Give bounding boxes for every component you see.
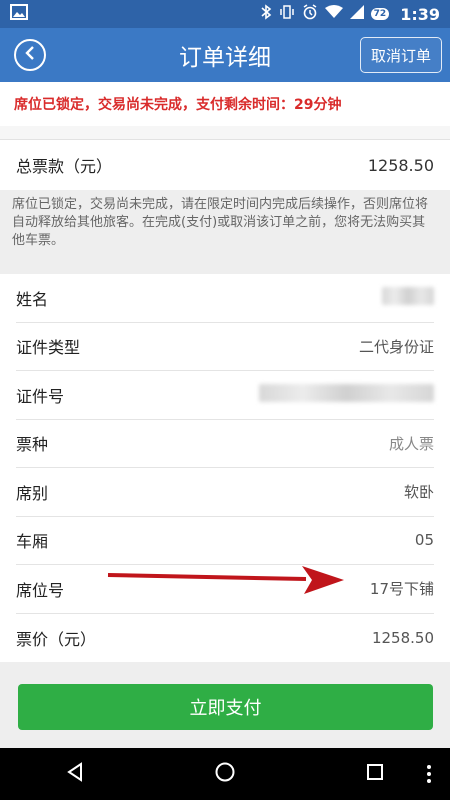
ticket-type-label: 票种 xyxy=(16,435,49,455)
alarm-icon xyxy=(302,4,318,24)
id-no-label: 证件号 xyxy=(16,386,65,406)
ticket-type-value: 成人票 xyxy=(388,434,434,453)
car-value: 05 xyxy=(414,531,434,550)
lock-alert: 席位已锁定，交易尚未完成，支付剩余时间：29分钟 xyxy=(0,82,450,126)
status-bar: 72 1:39 xyxy=(0,0,450,28)
lock-notice: 席位已锁定，交易尚未完成，请在限定时间内完成后续操作，否则席位将自动释放给其他旅… xyxy=(12,197,429,248)
name-value-redacted xyxy=(382,286,434,309)
row-ticket-type: 票种 成人票 xyxy=(16,420,434,468)
app-bar: 订单详细 取消订单 xyxy=(0,28,450,82)
nav-recents-button[interactable] xyxy=(360,759,390,789)
nav-home-button[interactable] xyxy=(210,759,240,789)
system-nav-bar xyxy=(0,748,450,800)
total-label: 总票款（元） xyxy=(16,157,113,176)
cancel-order-button[interactable]: 取消订单 xyxy=(359,37,442,73)
total-value: 1258.50 xyxy=(367,155,434,175)
order-content[interactable]: 总票款（元） 1258.50 席位已锁定，交易尚未完成，请在限定时间内完成后续操… xyxy=(0,126,450,748)
row-price: 票价（元） 1258.50 xyxy=(16,614,434,663)
seat-class-label: 席别 xyxy=(16,483,49,503)
image-icon xyxy=(10,4,28,24)
name-label: 姓名 xyxy=(16,289,49,309)
car-label: 车厢 xyxy=(16,532,49,552)
battery-icon: 72 xyxy=(370,8,390,20)
vibrate-icon xyxy=(279,4,295,24)
row-id-type: 证件类型 二代身份证 xyxy=(16,323,434,371)
wifi-icon xyxy=(324,5,343,23)
total-row: 总票款（元） 1258.50 xyxy=(0,140,450,190)
row-id-no: 证件号 xyxy=(16,371,434,420)
price-label: 票价（元） xyxy=(16,629,97,649)
row-name: 姓名 xyxy=(16,274,434,323)
nav-back-button[interactable] xyxy=(60,759,90,789)
id-type-value: 二代身份证 xyxy=(358,337,434,356)
row-car: 车厢 05 xyxy=(16,517,434,565)
id-type-label: 证件类型 xyxy=(16,338,81,358)
id-no-value-redacted xyxy=(259,383,434,406)
status-time: 1:39 xyxy=(400,4,440,24)
arrow-annotation xyxy=(107,566,344,594)
scroll-edge xyxy=(0,126,450,140)
seat-no-label: 席位号 xyxy=(16,580,65,600)
price-value: 1258.50 xyxy=(371,628,434,647)
row-seat-class: 席别 软卧 xyxy=(16,468,434,517)
pay-now-button[interactable]: 立即支付 xyxy=(18,684,433,730)
signal-icon xyxy=(349,5,364,23)
seat-no-value: 17号下铺 xyxy=(369,580,434,599)
nav-back-icon xyxy=(65,762,85,786)
nav-recents-icon xyxy=(366,763,384,785)
back-icon xyxy=(23,45,37,65)
passenger-card: 姓名 证件类型 二代身份证 证件号 票种 成人票 席别 软卧 车厢 05 席位号… xyxy=(0,274,450,662)
more-icon[interactable] xyxy=(426,764,432,788)
bluetooth-icon xyxy=(260,4,272,24)
seat-class-value: 软卧 xyxy=(403,483,434,502)
back-button[interactable] xyxy=(14,39,46,71)
nav-home-icon xyxy=(214,761,236,787)
